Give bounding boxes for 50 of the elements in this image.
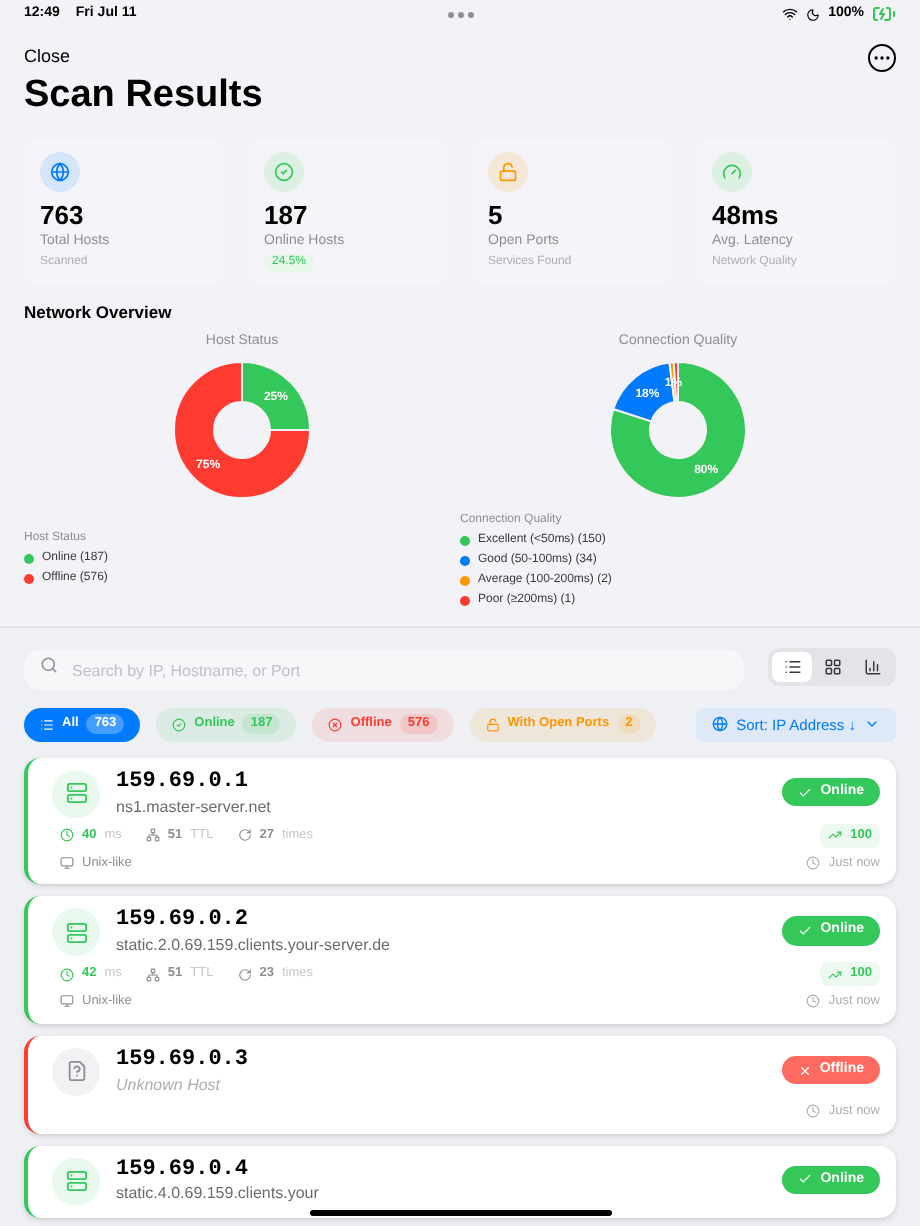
view-mode-button[interactable] [772,652,812,683]
wifi-icon [782,6,799,22]
stat-value: 763 [40,199,86,232]
moon-icon [806,7,821,21]
check-icon [798,924,813,938]
more-icon[interactable] [868,44,896,72]
network-icon [145,828,160,843]
monitor-icon [60,855,74,870]
stat-value: 187 [264,199,310,232]
network-icon [145,967,160,982]
clock-icon [806,855,821,870]
battery-icon [872,2,896,26]
close-icon [797,1063,812,1077]
host-name: static.4.0.69.159.clients.your [116,1184,321,1205]
grid-icon [823,658,841,677]
rotate-icon [237,828,252,843]
question-file-icon [52,1047,100,1096]
monitor-icon [60,994,74,1009]
globe-icon [712,716,729,733]
bar-chart-icon [863,658,881,677]
stat-value: 48ms [712,199,781,232]
check-circle-icon [172,717,187,732]
list-icon [783,658,801,677]
host-name: static.2.0.69.159.clients.your-server.de [116,936,392,956]
multitask-dots-icon [447,11,473,17]
host-ip: 159.69.0.3 [116,1047,251,1075]
host-ip: 159.69.0.1 [116,769,251,797]
page-title: Scan Results [22,72,265,120]
stat-value: 5 [488,199,505,232]
clock-icon [806,1104,821,1119]
check-icon [798,1172,813,1187]
close-button[interactable]: Close [24,44,71,72]
section-title: Network Overview [22,299,174,325]
clock-icon [60,967,74,982]
trend-icon [828,828,843,843]
list-icon [40,717,54,732]
check-icon [798,785,813,799]
server-icon [52,908,100,957]
x-circle-icon [328,717,343,732]
server-icon [52,769,100,818]
clock-icon [60,828,74,843]
clock-icon [806,994,821,1009]
host-ip: 159.69.0.4 [116,1157,251,1185]
host-name: Unknown Host [116,1075,223,1095]
host-ip: 159.69.0.2 [116,908,251,936]
server-icon [52,1157,100,1205]
trend-icon [828,967,843,982]
open-lock-icon [485,717,500,732]
host-name: ns1.master-server.net [116,797,273,817]
rotate-icon [237,967,252,982]
